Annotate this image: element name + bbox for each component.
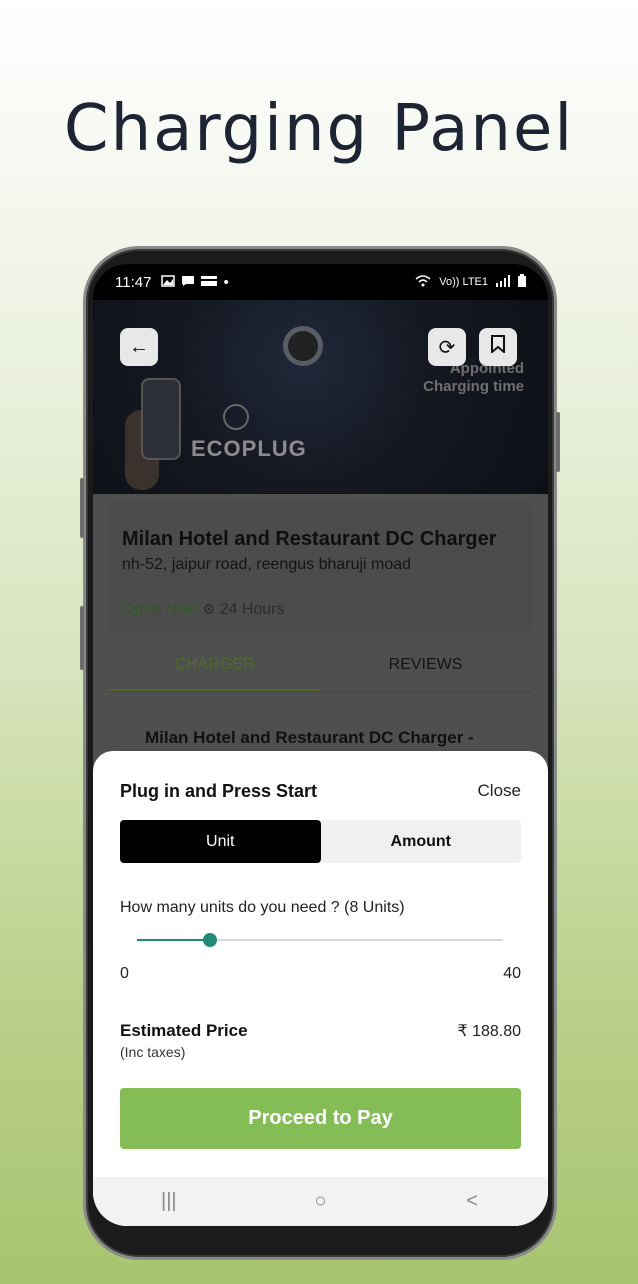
station-address: nh-52, jaipur road, reengus bharuji moad (122, 556, 412, 573)
refresh-button[interactable]: ⟳ (428, 328, 466, 366)
phone-side-button (80, 606, 84, 670)
amount-segment[interactable]: Amount (321, 820, 522, 863)
phone-side-button (80, 478, 84, 538)
station-name: Milan Hotel and Restaurant DC Charger (122, 528, 497, 550)
phone-screen: 11:47 • Vo)) LTE1 ECOPLUG Appointed Char… (93, 264, 548, 1226)
slider-max-label: 40 (503, 965, 521, 982)
status-time: 11:47 (115, 273, 152, 291)
charging-bottom-sheet: Plug in and Press Start Close Unit Amoun… (93, 751, 548, 1226)
back-arrow-icon: ← (129, 335, 149, 358)
notification-dot: • (223, 273, 229, 291)
tab-charger[interactable]: CHARGER (109, 644, 320, 691)
nav-back-icon[interactable]: < (442, 1190, 502, 1213)
tax-note: (Inc taxes) (120, 1044, 186, 1060)
recent-apps-icon[interactable]: ||| (139, 1190, 199, 1213)
station-tabs: CHARGER REVIEWS (109, 644, 531, 692)
refresh-icon: ⟳ (438, 336, 456, 359)
back-button[interactable]: ← (120, 328, 158, 366)
units-question: How many units do you need ? (8 Units) (120, 899, 405, 916)
status-bar: 11:47 • Vo)) LTE1 (93, 264, 548, 300)
close-button[interactable]: Close (478, 781, 521, 801)
slider-thumb[interactable] (203, 933, 218, 947)
brand-text: ECOPLUG (191, 436, 307, 461)
charger-title: Milan Hotel and Restaurant DC Charger - (145, 728, 474, 747)
station-banner: ECOPLUG Appointed Charging time ← ⟳ (93, 300, 548, 494)
signal-icon (496, 274, 510, 290)
image-icon (161, 274, 176, 291)
phone-graphic (141, 378, 181, 460)
open-now-label: Open Now (122, 601, 198, 618)
ecoplug-logo (223, 404, 249, 430)
wifi-icon (415, 274, 431, 290)
bookmark-icon (491, 335, 505, 359)
charger-graphic (283, 326, 323, 366)
tab-reviews[interactable]: REVIEWS (320, 644, 531, 691)
estimated-price-label: Estimated Price (120, 1021, 248, 1040)
slider-min-label: 0 (120, 965, 129, 982)
home-icon[interactable]: ○ (290, 1190, 350, 1213)
phone-side-button (556, 412, 560, 472)
battery-icon (518, 274, 526, 290)
page-title: Charging Panel (63, 92, 575, 166)
mode-selector: Unit Amount (120, 820, 521, 863)
unit-segment[interactable]: Unit (120, 820, 321, 863)
hours-label: 24 Hours (219, 601, 285, 618)
open-status: Open Now 24 Hours (122, 601, 285, 619)
card-icon (201, 274, 218, 291)
message-icon (181, 274, 195, 291)
sheet-title: Plug in and Press Start (120, 781, 318, 801)
system-nav-bar: ||| ○ < (93, 1177, 548, 1226)
slider-fill (137, 939, 211, 941)
proceed-to-pay-button[interactable]: Proceed to Pay (120, 1088, 521, 1149)
promo-line: Charging time (423, 378, 524, 395)
clock-icon (203, 601, 214, 619)
network-label: Vo)) LTE1 (439, 276, 488, 288)
bookmark-button[interactable] (479, 328, 517, 366)
estimated-price-value: ₹ 188.80 (457, 1023, 521, 1040)
units-slider[interactable] (137, 933, 503, 947)
